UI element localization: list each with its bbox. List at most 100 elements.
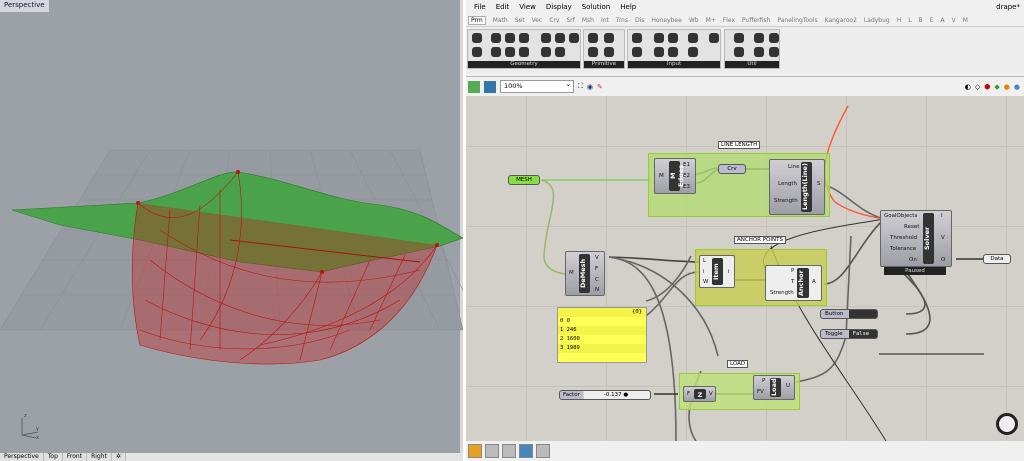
tab-perspective[interactable]: Perspective xyxy=(0,453,44,461)
ribbon-component-icon[interactable] xyxy=(769,33,779,43)
tab-ladybug[interactable]: Ladybug xyxy=(864,17,890,24)
menu-file[interactable]: File xyxy=(474,3,486,11)
tab-srf[interactable]: Srf xyxy=(566,17,574,24)
navigation-compass-icon[interactable] xyxy=(996,413,1018,435)
tab-crv[interactable]: Crv xyxy=(549,17,559,24)
mesh-edges-component[interactable]: M M Edges E1 E2 E3 xyxy=(654,158,696,194)
menu-solution[interactable]: Solution xyxy=(582,3,611,11)
reset-button[interactable]: Button xyxy=(820,309,878,319)
list-item-component[interactable]: L i W Item i xyxy=(699,255,735,288)
rhino-viewport[interactable]: z y x Perspective Perspective Top Front … xyxy=(0,0,463,461)
menu-display[interactable]: Display xyxy=(546,3,572,11)
mesh-param[interactable]: MESH xyxy=(508,175,540,185)
ribbon-component-icon[interactable] xyxy=(519,47,529,57)
anchor-goal[interactable]: P T Strength Anchor A xyxy=(765,265,822,301)
ribbon-component-icon[interactable] xyxy=(734,47,744,57)
factor-slider[interactable]: Factor -0.137 ● xyxy=(559,390,651,400)
wireframe-icon[interactable]: ◇ xyxy=(975,83,980,91)
preview-eye-icon[interactable]: ◉ xyxy=(587,83,593,91)
tab-dis[interactable]: Dis xyxy=(635,17,644,24)
on-toggle[interactable]: Toggle False xyxy=(820,329,878,339)
kangaroo-solver[interactable]: GoalObjects Reset Threshold Tolerance On… xyxy=(880,210,952,267)
deconstruct-mesh-component[interactable]: M DeMesh V F C N xyxy=(565,251,605,296)
ribbon-component-icon[interactable] xyxy=(555,33,565,43)
canvas-icon[interactable] xyxy=(468,444,482,458)
tab-msh[interactable]: Msh xyxy=(582,17,594,24)
python-icon[interactable] xyxy=(519,444,533,458)
tab-flex[interactable]: Flex xyxy=(723,17,735,24)
tab-prm[interactable]: Prm xyxy=(468,15,486,25)
tab-wb[interactable]: Wb xyxy=(689,17,699,24)
ribbon-component-icon[interactable] xyxy=(654,33,664,43)
ribbon-component-icon[interactable] xyxy=(604,33,614,43)
tab-int[interactable]: Int xyxy=(601,17,609,24)
ribbon-component-icon[interactable] xyxy=(519,33,529,43)
tab-right[interactable]: Right xyxy=(87,453,112,461)
ribbon-component-icon[interactable] xyxy=(668,33,678,43)
ribbon-component-icon[interactable] xyxy=(688,33,698,43)
ribbon-component-icon[interactable] xyxy=(754,33,764,43)
tab-panelingtools[interactable]: PanelingTools xyxy=(777,17,817,24)
ribbon-component-icon[interactable] xyxy=(491,47,501,57)
tab-honeybee[interactable]: Honeybee xyxy=(651,17,681,24)
tab-pufferfish[interactable]: Pufferfish xyxy=(742,17,770,24)
tab-math[interactable]: Math xyxy=(493,17,508,24)
tab-top[interactable]: Top xyxy=(43,453,63,461)
ribbon-component-icon[interactable] xyxy=(604,47,614,57)
preview-mode-icon[interactable]: ◐ xyxy=(965,83,971,91)
ribbon-component-icon[interactable] xyxy=(709,33,719,43)
length-line-goal[interactable]: Line Length Strength Length(Line) S xyxy=(769,159,825,215)
zoom-select[interactable]: 100% xyxy=(500,79,574,93)
color-icon[interactable]: ● xyxy=(1004,83,1010,91)
tab-kangaroo2[interactable]: Kangaroo2 xyxy=(825,17,857,24)
ribbon-component-icon[interactable] xyxy=(754,47,764,57)
ribbon-component-icon[interactable] xyxy=(632,47,642,57)
menu-edit[interactable]: Edit xyxy=(496,3,510,11)
ribbon-component-icon[interactable] xyxy=(505,47,515,57)
load-goal[interactable]: P FV Load U xyxy=(753,375,795,400)
curve-param[interactable]: Crv xyxy=(718,164,746,174)
ribbon-component-icon[interactable] xyxy=(668,47,678,57)
selected-only-icon[interactable]: ◆ xyxy=(994,83,999,91)
ribbon-component-icon[interactable] xyxy=(472,47,482,57)
tab-vec[interactable]: Vec xyxy=(532,17,543,24)
ribbon-component-icon[interactable] xyxy=(734,33,744,43)
ribbon-component-icon[interactable] xyxy=(569,33,579,43)
tab-h[interactable]: H xyxy=(897,17,902,24)
tab-a[interactable]: A xyxy=(941,17,945,24)
ribbon-component-icon[interactable] xyxy=(632,33,642,43)
menu-view[interactable]: View xyxy=(519,3,536,11)
tab-l[interactable]: L xyxy=(908,17,911,24)
ribbon-component-icon[interactable] xyxy=(769,47,779,57)
add-viewport-icon[interactable]: ✲ xyxy=(111,453,126,461)
ribbon-component-icon[interactable] xyxy=(541,33,551,43)
tab-b[interactable]: B xyxy=(919,17,923,24)
data-param[interactable]: Data xyxy=(983,254,1011,264)
pen-icon[interactable] xyxy=(502,444,516,458)
ribbon-component-icon[interactable] xyxy=(491,33,501,43)
ribbon-component-icon[interactable] xyxy=(588,47,598,57)
window-icon[interactable] xyxy=(536,444,550,458)
ribbon-component-icon[interactable] xyxy=(588,33,598,43)
tab-front[interactable]: Front xyxy=(62,453,88,461)
ribbon-component-icon[interactable] xyxy=(654,47,664,57)
download-icon[interactable] xyxy=(485,444,499,458)
tab-m+[interactable]: M+ xyxy=(706,17,716,24)
shaded-preview-icon[interactable]: ⬢ xyxy=(984,83,990,91)
sphere-icon[interactable]: ● xyxy=(1014,83,1020,91)
open-file-icon[interactable] xyxy=(468,80,480,93)
tab-m[interactable]: M xyxy=(963,17,968,24)
ribbon-component-icon[interactable] xyxy=(472,33,482,43)
ribbon-component-icon[interactable] xyxy=(505,33,515,43)
tab-v[interactable]: V xyxy=(952,17,956,24)
zoom-extents-icon[interactable]: ⛶ xyxy=(578,82,583,91)
grasshopper-canvas[interactable]: LINE LENGTH ANCHOR POINTS LOAD MESH M M … xyxy=(466,96,1024,441)
ribbon-component-icon[interactable] xyxy=(541,47,551,57)
sketch-icon[interactable]: ✎ xyxy=(597,83,603,91)
tab-set[interactable]: Set xyxy=(515,17,525,24)
ribbon-component-icon[interactable] xyxy=(688,47,698,57)
menu-help[interactable]: Help xyxy=(620,3,636,11)
ribbon-component-icon[interactable] xyxy=(555,47,565,57)
save-file-icon[interactable] xyxy=(484,80,496,93)
viewport-title[interactable]: Perspective xyxy=(0,0,49,12)
